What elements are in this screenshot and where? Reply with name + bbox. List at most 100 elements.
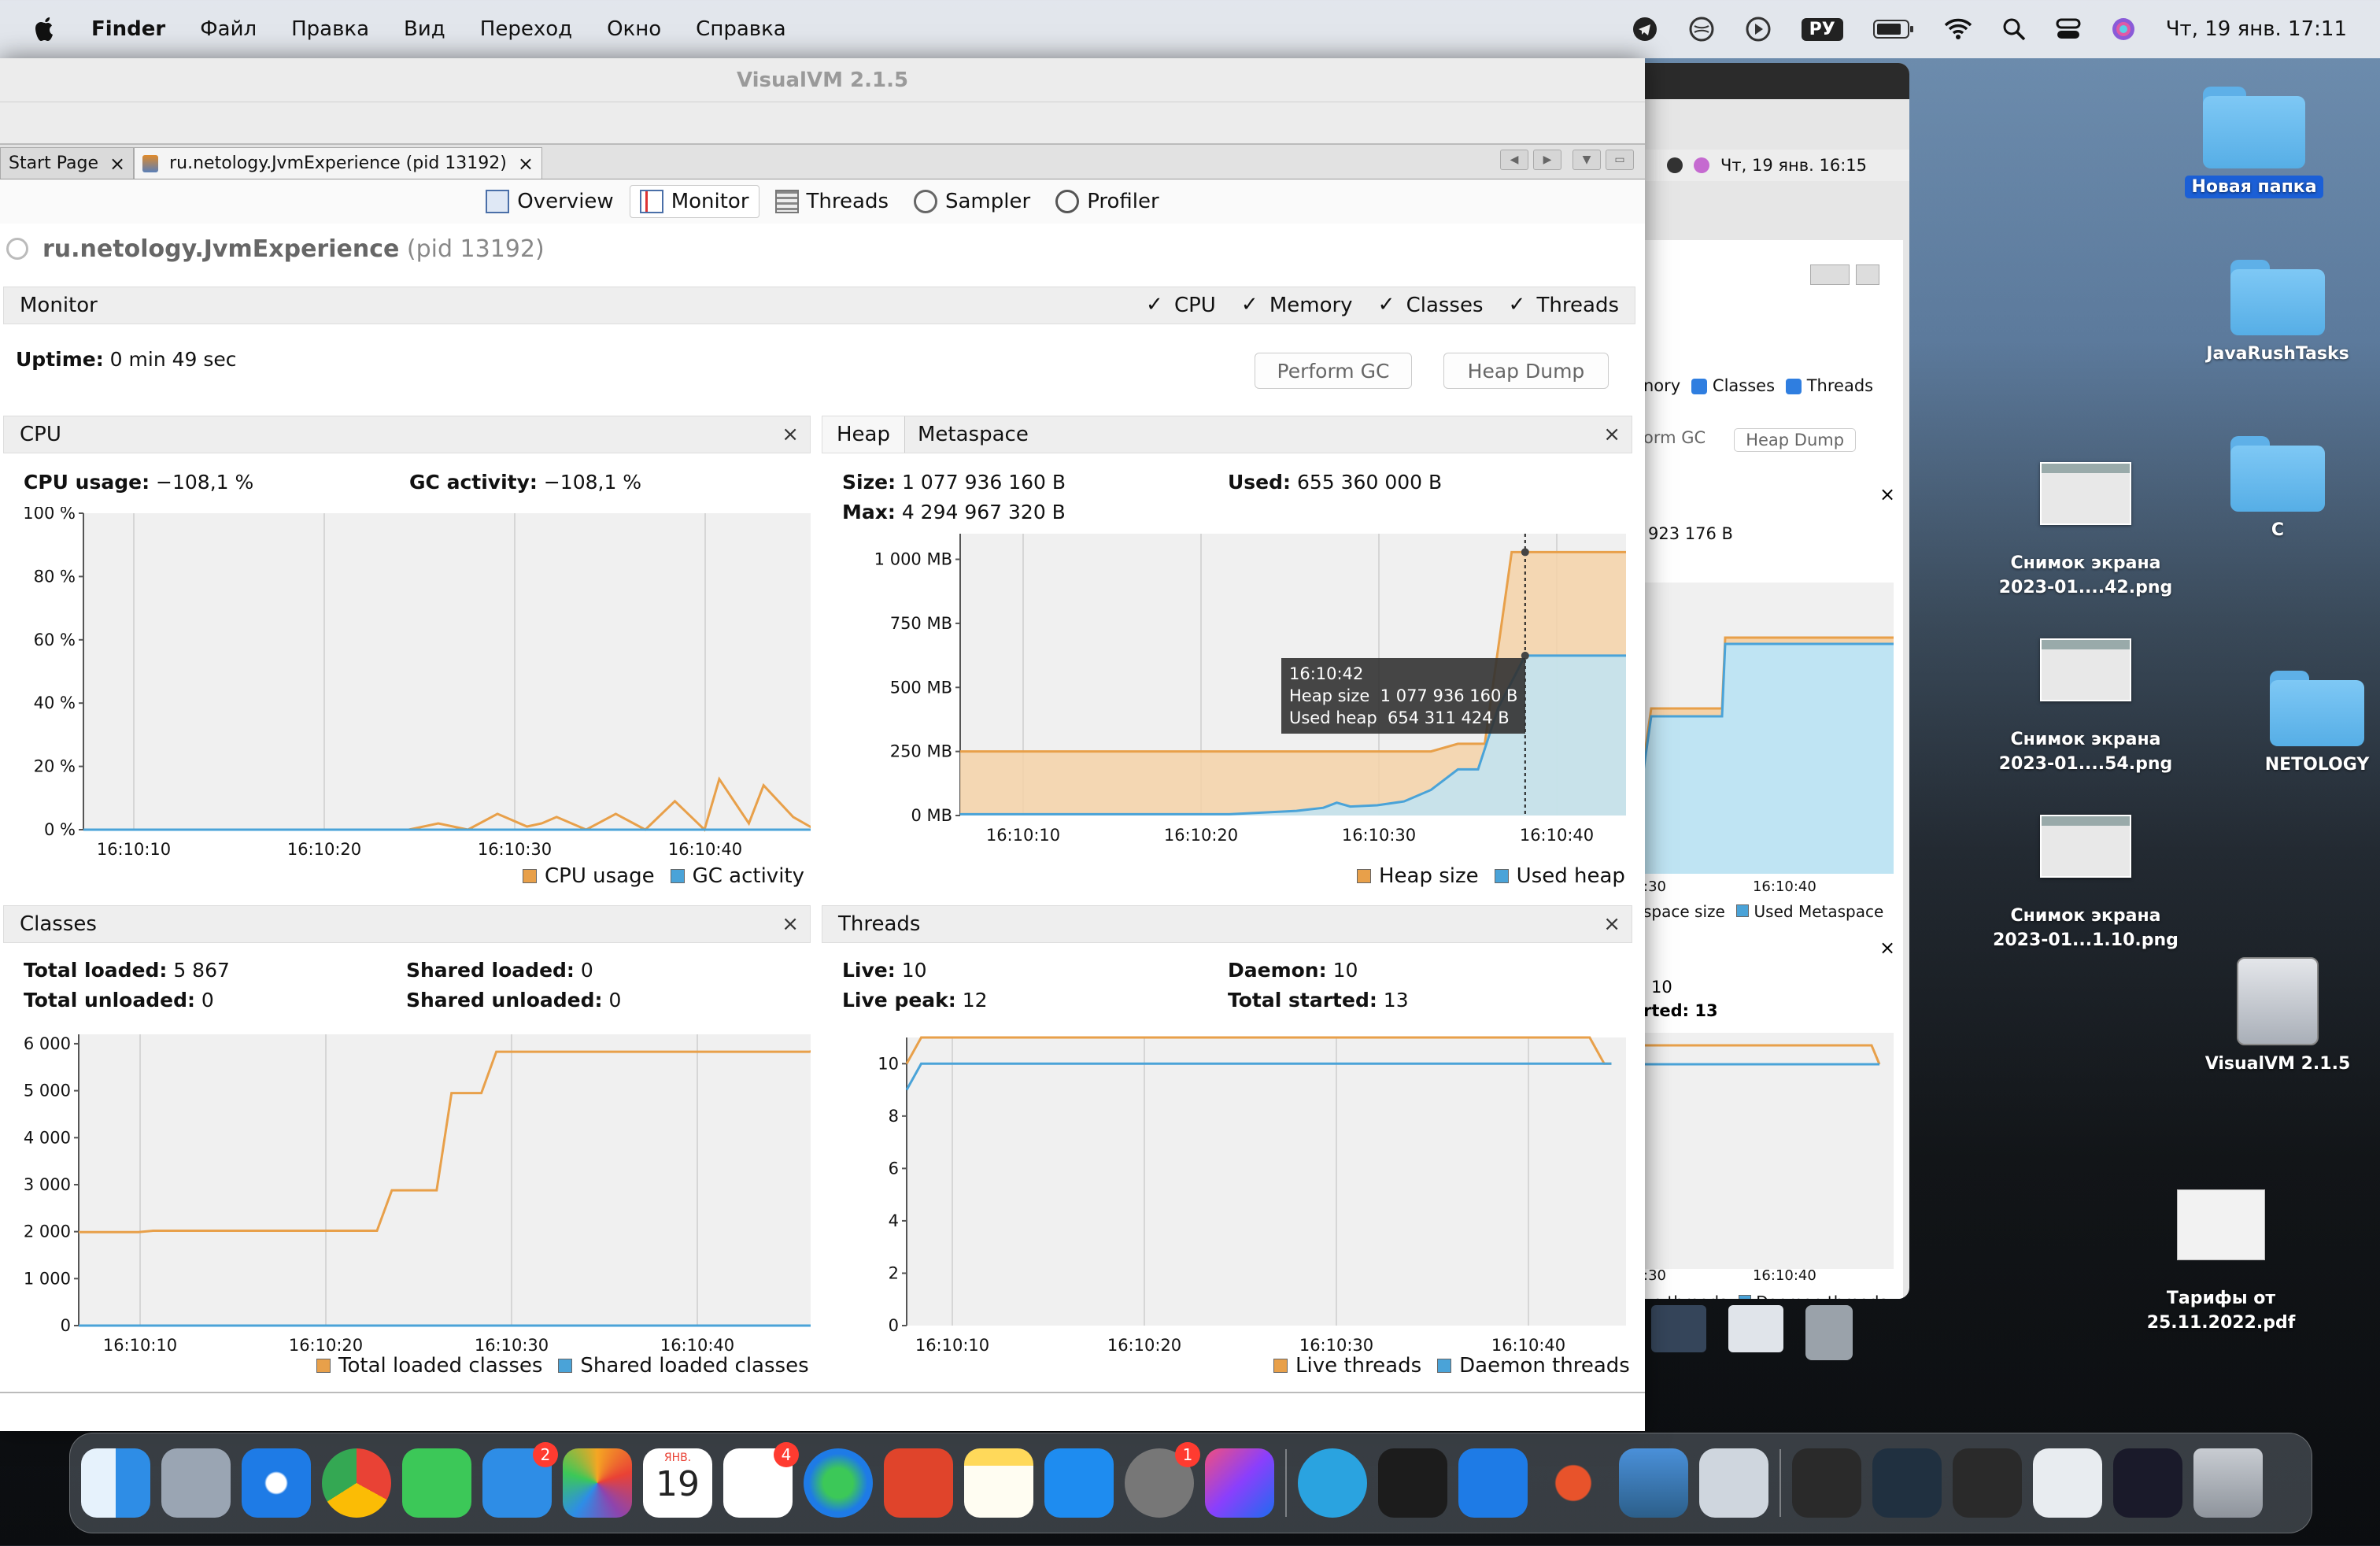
maximize-icon[interactable]: ▭ (1606, 150, 1634, 170)
menu-view[interactable]: Вид (404, 17, 445, 41)
close-icon[interactable]: × (782, 423, 799, 446)
minimized-window[interactable] (2113, 1448, 2182, 1518)
system-settings-icon[interactable]: 1 (1125, 1442, 1200, 1518)
doc-tab-jvm-experience[interactable]: ru.netology.JvmExperience (pid 13192) × (134, 147, 542, 179)
battery-icon[interactable] (1872, 19, 1914, 39)
perform-gc-button[interactable]: Perform GC (1255, 353, 1412, 389)
chrome-icon[interactable] (322, 1448, 391, 1518)
desktop-item-screenshot-1[interactable]: Снимок экрана 2023-01....42.png (1991, 442, 2180, 620)
threads-checkbox[interactable]: ✓ Threads (1509, 294, 1619, 317)
memory-checkbox[interactable]: ✓ Memory (1241, 294, 1353, 317)
preview-icon[interactable] (1619, 1448, 1688, 1518)
wifi-icon[interactable] (1944, 17, 1972, 41)
background-visualvm-window[interactable]: Чт, 19 янв. 16:15 nory Classes Threads o… (1620, 63, 1909, 1299)
anydesk-icon[interactable] (884, 1448, 953, 1518)
plot-area (907, 1037, 1626, 1326)
tab-heap[interactable]: Heap (822, 416, 905, 453)
minimized-window[interactable] (1953, 1448, 2022, 1518)
trash-icon[interactable] (2193, 1448, 2263, 1518)
trash-icon[interactable] (1805, 1305, 1853, 1360)
calendar-icon[interactable]: ЯНВ. 19 (643, 1448, 712, 1518)
finder-icon[interactable] (81, 1448, 150, 1518)
spotlight-search-icon[interactable] (2002, 17, 2026, 41)
tab-overview[interactable]: Overview (476, 185, 623, 218)
desktop-item-label: Тарифы от 25.11.2022.pdf (2146, 1289, 2296, 1333)
tab-monitor[interactable]: Monitor (629, 185, 759, 218)
y-tick-label: 0 (61, 1316, 71, 1335)
heap-dump-button[interactable]: Heap Dump (1443, 353, 1609, 389)
chevron-left-icon[interactable]: ◀ (1500, 150, 1528, 170)
close-icon[interactable]: × (109, 153, 125, 175)
menu-file[interactable]: Файл (200, 17, 257, 41)
tab-threads[interactable]: Threads (766, 185, 898, 218)
network-app-icon[interactable] (804, 1448, 873, 1518)
minimized-window[interactable] (1872, 1448, 1942, 1518)
legend-swatch-used (1494, 869, 1509, 883)
heap-size-stat: Size: 1 077 936 160 B (842, 471, 1066, 494)
menu-edit[interactable]: Правка (291, 17, 369, 41)
siri-icon[interactable] (2111, 17, 2136, 42)
chevron-down-icon[interactable]: ▼ (1572, 150, 1601, 170)
close-icon[interactable]: × (1603, 912, 1621, 936)
mail-icon[interactable]: 2 (482, 1442, 558, 1518)
reminders-icon[interactable]: 4 (723, 1442, 799, 1518)
input-language-indicator[interactable]: РУ (1801, 17, 1843, 41)
messages-icon[interactable] (402, 1448, 471, 1518)
notes-icon[interactable] (964, 1448, 1033, 1518)
bg-total-started: rted: 13 (1643, 1001, 1718, 1020)
window-preview[interactable] (1728, 1305, 1783, 1352)
menu-help[interactable]: Справка (696, 17, 786, 41)
clock[interactable]: Чт, 19 янв. 17:11 (2166, 17, 2347, 41)
telegram-status-icon[interactable] (1632, 16, 1658, 43)
folder-icon (2203, 87, 2305, 168)
vscode-icon[interactable] (1458, 1448, 1528, 1518)
desktop-item-netology[interactable]: NETOLOGY (2223, 671, 2380, 777)
play-status-icon[interactable] (1745, 16, 1772, 43)
menu-bar: Finder Файл Правка Вид Переход Окно Спра… (0, 0, 2380, 58)
desktop-item-javarushtasks[interactable]: JavaRushTasks (2183, 260, 2372, 366)
heap-panel-header: Heap Metaspace × (822, 416, 1632, 453)
graph-app-icon[interactable] (1539, 1448, 1608, 1518)
desktop-item-new-folder[interactable]: Новая папка (2160, 76, 2349, 199)
close-icon[interactable]: × (1603, 423, 1621, 446)
photos-icon[interactable] (563, 1448, 632, 1518)
background-nav-buttons (1643, 264, 1879, 285)
menu-finder[interactable]: Finder (91, 17, 165, 41)
terminal-icon[interactable] (1378, 1448, 1447, 1518)
desktop-item-screenshot-3[interactable]: Снимок экрана 2023-01...1.10.png (1991, 795, 2180, 972)
globe-status-icon[interactable] (1688, 16, 1715, 43)
desktop-item-screenshot-2[interactable]: Снимок экрана 2023-01....54.png (1991, 619, 2180, 796)
safari-icon[interactable] (242, 1448, 311, 1518)
control-center-icon[interactable] (2056, 17, 2081, 41)
app-store-icon[interactable] (1044, 1448, 1114, 1518)
telegram-icon[interactable] (1298, 1448, 1367, 1518)
tab-navigation: ◀ ▶ ▼ ▭ (1500, 150, 1634, 170)
x-tick-label: 16:10:30 (1299, 1336, 1373, 1355)
desktop-item-visualvm-volume[interactable]: VisualVM 2.1.5 (2183, 957, 2372, 1076)
minimized-window[interactable] (2033, 1448, 2102, 1518)
cpu-checkbox[interactable]: ✓ CPU (1146, 294, 1216, 317)
x-tick-label: 16:10:40 (668, 840, 742, 859)
tab-metaspace[interactable]: Metaspace (905, 423, 1041, 446)
menu-window[interactable]: Окно (607, 17, 661, 41)
desktop-item-c[interactable]: C (2183, 436, 2372, 542)
desktop-item-pdf[interactable]: Тарифы от 25.11.2022.pdf (2127, 1170, 2315, 1355)
launchpad-icon[interactable] (161, 1448, 231, 1518)
minimized-window[interactable] (1792, 1448, 1861, 1518)
background-window-menubar: Чт, 19 янв. 16:15 (1620, 150, 1909, 181)
apple-icon[interactable] (33, 16, 57, 43)
tab-profiler[interactable]: Profiler (1046, 185, 1169, 218)
window-preview[interactable] (1651, 1305, 1706, 1352)
legend-swatch-live (1273, 1359, 1288, 1373)
x-tick-label: 16:10:40 (1520, 826, 1594, 845)
menu-go[interactable]: Переход (480, 17, 572, 41)
chevron-right-icon[interactable]: ▶ (1533, 150, 1561, 170)
close-icon[interactable]: × (518, 153, 534, 175)
close-icon[interactable]: × (782, 912, 799, 936)
intellij-idea-icon[interactable] (1205, 1448, 1274, 1518)
visualvm-icon[interactable] (1699, 1448, 1768, 1518)
classes-checkbox[interactable]: ✓ Classes (1378, 294, 1484, 317)
doc-tab-start-page[interactable]: Start Page × (0, 147, 135, 179)
drive-icon (2237, 957, 2319, 1045)
tab-sampler[interactable]: Sampler (904, 185, 1040, 218)
